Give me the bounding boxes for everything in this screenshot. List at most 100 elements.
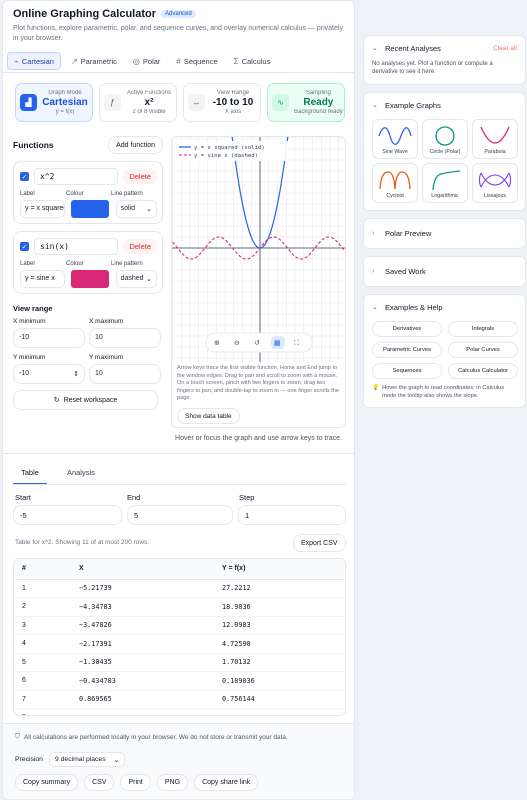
tab-analysis[interactable]: Analysis [59,466,103,485]
help-parametric-link[interactable]: Parametric Curves [372,342,442,358]
stepper-icon[interactable]: ⇕ [73,370,79,378]
example-label: Parabola [484,149,506,155]
visible-checkbox[interactable]: ✓ [20,242,29,251]
copy-share-link-button[interactable]: Copy share link [194,774,259,791]
xmin-input[interactable]: -10 [13,328,85,348]
copy-summary-button[interactable]: Copy summary [15,774,79,791]
card-label: Sampling [305,90,331,96]
view-range-heading: View range [13,304,53,313]
start-label: Start [15,493,31,502]
pattern-select[interactable]: dashed ⌄ [115,270,157,288]
main-panel: Online Graphing Calculator Advanced Plot… [2,0,355,800]
help-calculus-link[interactable]: Calculus Calculator [448,363,518,379]
chevron-down-icon: ⌄ [113,756,120,764]
reset-workspace-button[interactable]: ↻ Reset workspace [13,390,158,410]
help-derivatives-link[interactable]: Derivatives [372,321,442,337]
clear-all-button[interactable]: Clear all [493,45,517,52]
start-input[interactable]: -5 [13,505,122,525]
sidebar: ⌄ Recent Analyses Clear all No analyses ye… [363,0,526,415]
tab-underline [13,484,346,485]
precision-select[interactable]: 9 decimal places ⌄ [48,752,126,767]
csv-button[interactable]: CSV [84,774,115,791]
table-cell: 0.189036 [214,671,345,691]
print-button[interactable]: Print [120,774,151,791]
grid-icon[interactable]: ▦ [274,339,281,347]
colour-picker[interactable] [71,270,110,288]
example-circle-polar[interactable]: Circle (Polar) [422,119,468,159]
card-label: Graph Mode [48,90,82,96]
pattern-select[interactable]: solid ⌄ [115,200,157,218]
log-curve-icon [432,170,461,191]
polar-preview-header[interactable]: › Polar Preview [364,219,525,248]
tab-cartesian[interactable]: ⌁ Cartesian [7,52,61,70]
table-cell: 5 [14,653,71,672]
export-csv-button[interactable]: Export CSV [293,534,346,552]
example-label: Sine Wave [382,149,408,155]
function-card: ✓ sin(x) Delete Label Colour Line pattern … [13,231,163,294]
ymin-input[interactable]: -10 ⇕ [13,364,85,384]
arrows-horizontal-icon: ↔ [188,94,205,111]
example-lissajous[interactable]: Lissajous [472,163,518,203]
example-sine-wave[interactable]: Sine Wave [372,119,418,159]
fullscreen-icon[interactable]: ⛶ [294,339,299,347]
table-cell: 0.756144 [214,690,345,709]
card-sub: X axis [224,109,242,115]
example-parabola[interactable]: Parabola [472,119,518,159]
visible-checkbox[interactable]: ✓ [20,172,29,181]
zoom-out-icon[interactable]: ⊖ [234,339,240,347]
chevron-down-icon: ⌄ [372,304,378,311]
tab-calculus[interactable]: Σ Calculus [228,52,277,70]
table-row: 2 −4.34783 18.9036 [14,597,345,617]
pattern-heading: Line pattern [111,261,143,267]
help-integrals-link[interactable]: Integrals [448,321,518,337]
table-row: 81.739133.02457 [14,708,345,715]
pulse-icon: ∿ [272,94,289,111]
label-input[interactable]: y = x squared [20,200,66,218]
end-input[interactable]: 5 [127,505,233,525]
saved-work-header[interactable]: › Saved Work [364,257,525,286]
footer: ⛉ All calculations are performed locally … [3,723,354,799]
colour-picker[interactable] [71,200,110,218]
graph-instructions: Arrow keys trace the first visible funct… [177,365,340,402]
table-row: 5 −1.30435 1.70132 [14,653,345,672]
help-polar-link[interactable]: Polar Curves [448,342,518,358]
column-header: # [14,559,71,580]
examples-help-header[interactable]: ⌄ Examples & Help [364,295,525,319]
chevron-down-icon: ⌄ [146,276,152,283]
reset-view-icon[interactable]: ↺ [254,339,260,347]
show-data-table-button[interactable]: Show data table [177,408,240,424]
table-cell: −5.21739 [71,579,214,598]
step-input[interactable]: 1 [238,505,346,525]
help-sequences-link[interactable]: Sequences [372,363,442,379]
tab-sequence[interactable]: # Sequence [170,52,223,70]
zoom-in-icon[interactable]: ⊕ [214,339,220,347]
table-cell: 1.70132 [214,653,345,672]
png-button[interactable]: PNG [156,774,189,791]
tab-parametric[interactable]: ↗ Parametric [65,52,123,70]
ymax-input[interactable]: 10 [89,364,161,384]
chevron-down-icon: ⌄ [372,45,378,52]
example-label: Cycloid [386,193,404,199]
ymax-label: Y maximum [89,354,124,361]
example-graphs-header[interactable]: ⌄ Example Graphs [364,93,525,117]
label-input[interactable]: y = sine x [20,270,66,288]
xmin-value: -10 [19,334,30,341]
delete-button[interactable]: Delete [123,169,157,184]
xmax-input[interactable]: 10 [89,328,161,348]
add-function-button[interactable]: Add function [108,136,163,154]
precision-label: Precision [15,756,43,763]
colour-heading: Colour [66,261,84,267]
delete-button[interactable]: Delete [123,239,157,254]
recent-analyses-header[interactable]: ⌄ Recent Analyses Clear all [364,36,525,60]
tab-polar[interactable]: ◎ Polar [127,52,167,70]
divider [3,453,354,454]
table-cell: 1 [14,579,71,598]
expression-input[interactable]: sin(x) [34,238,119,255]
card-sampling: ∿ Sampling Ready Background ready [267,83,345,122]
expression-input[interactable]: x^2 [34,168,119,185]
example-cycloid[interactable]: Cycloid [372,163,418,203]
functions-panel: Functions Add function ✓ x^2 Delete Labe… [13,136,163,410]
header: Online Graphing Calculator Advanced Plot… [3,1,354,44]
tab-table[interactable]: Table [13,466,47,485]
example-logarithmic[interactable]: Logarithmic [422,163,468,203]
